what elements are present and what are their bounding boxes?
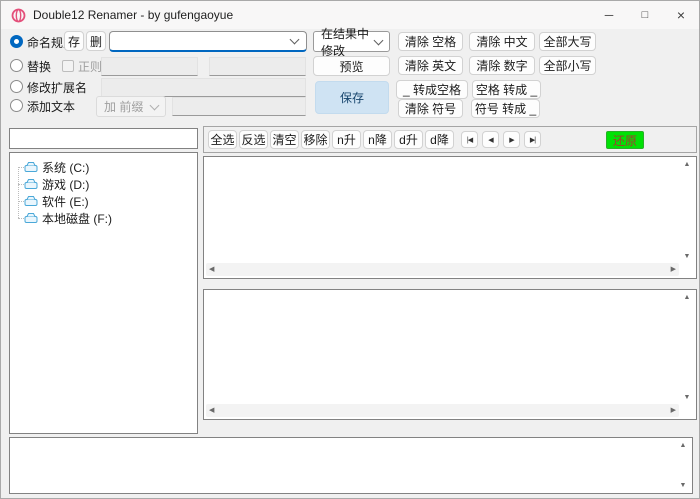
path-input[interactable] (9, 128, 198, 149)
app-icon (11, 8, 26, 23)
drive-icon (24, 161, 38, 173)
uppercase-button[interactable]: 全部大写 (539, 32, 596, 51)
scroll-down-icon[interactable]: ▼ (680, 482, 687, 489)
go-previous-button[interactable]: ◀ (482, 131, 499, 148)
radio-naming-rule[interactable] (10, 35, 23, 48)
delete-rule-button[interactable]: 删 (86, 31, 106, 51)
close-button[interactable]: × (663, 1, 699, 29)
window-title: Double12 Renamer - by gufengaoyue (33, 8, 233, 22)
name-ascending-button[interactable]: n升 (332, 130, 361, 149)
clear-list-button[interactable]: 清空 (270, 130, 299, 149)
radio-replace[interactable] (10, 59, 23, 72)
date-descending-button[interactable]: d降 (425, 130, 454, 149)
remove-button[interactable]: 移除 (301, 130, 330, 149)
go-last-button[interactable]: ▶| (524, 131, 541, 148)
chevron-down-icon (374, 35, 384, 45)
list-toolbar: 全选 反选 清空 移除 n升 n降 d升 d降 |◀ ◀ ▶ ▶| 还原 (203, 126, 697, 153)
save-button[interactable]: 保存 (315, 81, 389, 114)
tree-item-drive-c[interactable]: 系统 (C:) (24, 159, 89, 175)
chevron-down-icon (290, 35, 300, 45)
tree-item-drive-d[interactable]: 游戏 (D:) (24, 176, 89, 192)
add-text-mode-select[interactable]: 加 前缀 (96, 96, 166, 117)
add-text-label: 添加文本 (27, 100, 75, 114)
chevron-down-icon (150, 100, 160, 110)
naming-rule-combobox[interactable] (109, 31, 307, 52)
scroll-left-icon[interactable]: ◀ (209, 407, 214, 414)
radio-add-text[interactable] (10, 99, 23, 112)
tree-branch-line (18, 167, 19, 218)
tree-item-drive-f[interactable]: 本地磁盘 (F:) (24, 210, 112, 226)
vertical-scrollbar[interactable]: ▲ ▼ (676, 440, 690, 491)
file-list-panel[interactable]: ▲ ▼ ◀ ▶ (203, 156, 697, 279)
result-list-panel[interactable]: ▲ ▼ ◀ ▶ (203, 289, 697, 420)
drive-tree-panel[interactable]: 系统 (C:) 游戏 (D:) 软件 (E:) 本地磁盘 (F:) (9, 152, 198, 434)
replace-label: 替换 (27, 60, 51, 74)
scroll-up-icon[interactable]: ▲ (680, 442, 687, 449)
naming-rule-input[interactable] (110, 34, 291, 48)
result-mode-select[interactable]: 在结果中修改 (313, 31, 390, 52)
add-text-mode-value: 加 前缀 (104, 98, 143, 115)
maximize-button[interactable]: □ (627, 1, 663, 29)
tree-item-label: 游戏 (D:) (42, 176, 89, 193)
clear-space-button[interactable]: 清除 空格 (398, 32, 463, 51)
store-rule-button[interactable]: 存 (64, 31, 84, 51)
replace-with-field[interactable] (209, 57, 306, 76)
underscore-to-space-button[interactable]: _ 转成空格 (396, 80, 468, 99)
restore-button[interactable]: 还原 (606, 131, 644, 149)
result-mode-value: 在结果中修改 (321, 25, 375, 59)
go-next-button[interactable]: ▶ (503, 131, 520, 148)
tree-item-label: 软件 (E:) (42, 193, 89, 210)
clear-english-button[interactable]: 清除 英文 (398, 56, 463, 75)
clear-symbols-button[interactable]: 清除 符号 (398, 99, 463, 118)
preview-button[interactable]: 预览 (313, 56, 390, 76)
clear-chinese-button[interactable]: 清除 中文 (469, 32, 535, 51)
horizontal-scrollbar[interactable]: ◀ ▶ (206, 263, 679, 276)
radio-change-extension[interactable] (10, 80, 23, 93)
drive-icon (24, 178, 38, 190)
horizontal-scrollbar[interactable]: ◀ ▶ (206, 404, 679, 417)
tree-item-label: 本地磁盘 (F:) (42, 210, 112, 227)
extension-field[interactable] (101, 78, 306, 97)
date-ascending-button[interactable]: d升 (394, 130, 423, 149)
scroll-down-icon[interactable]: ▼ (684, 394, 691, 401)
minimize-button[interactable]: ─ (591, 1, 627, 29)
tree-item-drive-e[interactable]: 软件 (E:) (24, 193, 89, 209)
change-extension-label: 修改扩展名 (27, 81, 87, 95)
select-all-button[interactable]: 全选 (208, 130, 237, 149)
regex-checkbox[interactable] (62, 60, 74, 72)
scroll-down-icon[interactable]: ▼ (684, 253, 691, 260)
go-first-button[interactable]: |◀ (461, 131, 478, 148)
scroll-right-icon[interactable]: ▶ (671, 407, 676, 414)
symbols-to-underscore-button[interactable]: 符号 转成 _ (471, 99, 540, 118)
app-window: Double12 Renamer - by gufengaoyue ─ □ × … (0, 0, 700, 499)
space-to-underscore-button[interactable]: 空格 转成 _ (472, 80, 541, 99)
clear-digits-button[interactable]: 清除 数字 (469, 56, 535, 75)
drive-icon (24, 212, 38, 224)
vertical-scrollbar[interactable]: ▲ ▼ (680, 292, 694, 403)
scroll-right-icon[interactable]: ▶ (671, 266, 676, 273)
invert-selection-button[interactable]: 反选 (239, 130, 268, 149)
drive-icon (24, 195, 38, 207)
replace-find-field[interactable] (101, 57, 198, 76)
scroll-up-icon[interactable]: ▲ (684, 294, 691, 301)
lowercase-button[interactable]: 全部小写 (539, 56, 596, 75)
name-descending-button[interactable]: n降 (363, 130, 392, 149)
add-text-field[interactable] (172, 97, 306, 116)
tree-item-label: 系统 (C:) (42, 159, 89, 176)
log-panel[interactable]: ▲ ▼ (9, 437, 693, 494)
regex-label: 正则 (78, 60, 102, 74)
scroll-left-icon[interactable]: ◀ (209, 266, 214, 273)
scroll-up-icon[interactable]: ▲ (684, 161, 691, 168)
vertical-scrollbar[interactable]: ▲ ▼ (680, 159, 694, 262)
